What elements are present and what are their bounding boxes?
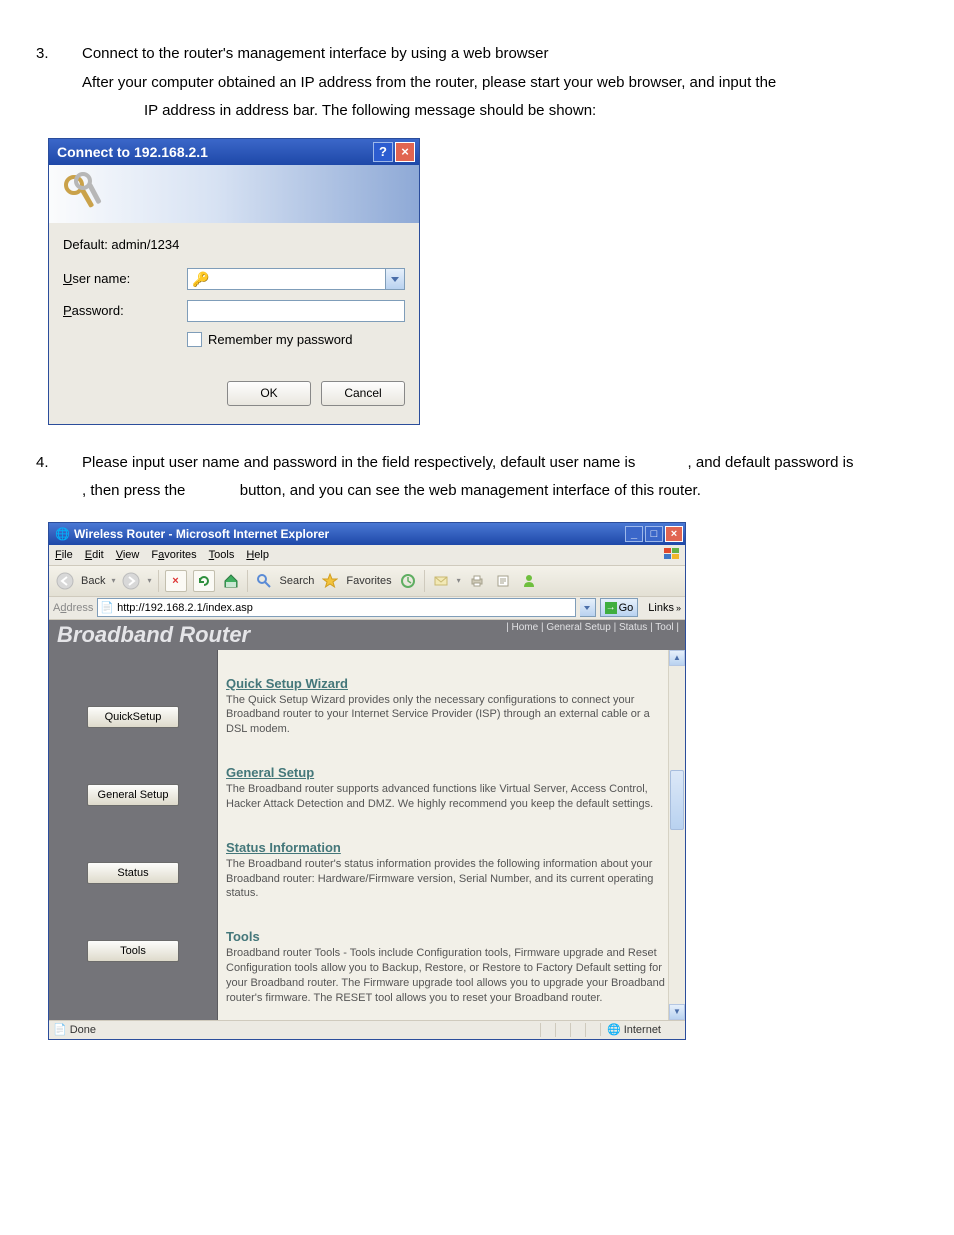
messenger-button[interactable] <box>519 571 539 591</box>
refresh-button[interactable] <box>193 570 215 592</box>
general-heading[interactable]: General Setup <box>226 765 669 780</box>
section-quick: Quick Setup Wizard The Quick Setup Wizar… <box>226 676 669 738</box>
keys-icon <box>59 169 107 217</box>
scroll-thumb[interactable] <box>670 770 684 830</box>
password-input[interactable] <box>187 300 405 322</box>
ie-close-button[interactable]: × <box>665 526 683 542</box>
forward-button[interactable] <box>121 571 141 591</box>
remember-password-checkbox[interactable]: Remember my password <box>187 332 405 347</box>
back-label: Back <box>81 575 105 587</box>
ie-title-text: Wireless Router - Microsoft Internet Exp… <box>74 527 329 541</box>
section-tools: Tools Broadband router Tools - Tools inc… <box>226 929 669 1005</box>
ie-logo-icon: 🌐 <box>55 527 70 541</box>
address-url: http://192.168.2.1/index.asp <box>117 602 253 614</box>
menu-favorites[interactable]: Favorites <box>151 549 196 561</box>
print-button[interactable] <box>467 571 487 591</box>
page-icon: 📄 <box>100 601 114 614</box>
tools-desc: Broadband router Tools - Tools include C… <box>226 946 669 1005</box>
sidebar-tools-button[interactable]: Tools <box>87 940 179 962</box>
remember-label: Remember my password <box>208 332 353 347</box>
status-heading[interactable]: Status Information <box>226 840 669 855</box>
menu-edit[interactable]: Edit <box>85 549 104 561</box>
ie-toolbar: Back ▾ ▾ × Search Favorites ▾ <box>49 566 685 597</box>
stop-button[interactable]: × <box>165 570 187 592</box>
status-zone: 🌐 Internet <box>600 1023 681 1036</box>
username-input[interactable]: 🔑 <box>187 268 405 290</box>
scroll-up-button[interactable]: ▲ <box>669 650 685 666</box>
status-done: Done <box>70 1024 96 1036</box>
step-3-line1: Connect to the router's management inter… <box>82 40 918 69</box>
quick-heading[interactable]: Quick Setup Wizard <box>226 676 669 691</box>
general-desc: The Broadband router supports advanced f… <box>226 782 669 812</box>
key-icon: 🔑 <box>192 271 209 288</box>
help-button[interactable]: ? <box>373 142 393 162</box>
ie-menubar: File Edit View Favorites Tools Help <box>49 545 685 566</box>
ok-button[interactable]: OK <box>227 381 311 406</box>
quick-desc: The Quick Setup Wizard provides only the… <box>226 693 669 738</box>
router-sidebar: QuickSetup General Setup Status Tools <box>49 650 217 1020</box>
status-desc: The Broadband router's status informatio… <box>226 857 669 902</box>
section-status: Status Information The Broadband router'… <box>226 840 669 902</box>
step-3-text: Connect to the router's management inter… <box>82 40 918 126</box>
menu-view[interactable]: View <box>116 549 140 561</box>
router-title: Broadband Router <box>57 622 250 648</box>
edit-button[interactable] <box>493 571 513 591</box>
internet-icon: 🌐 <box>607 1023 621 1036</box>
close-button[interactable]: × <box>395 142 415 162</box>
username-label: User name: <box>63 271 187 286</box>
scrollbar[interactable]: ▲ ▼ <box>668 650 685 1020</box>
history-button[interactable] <box>398 571 418 591</box>
cancel-button[interactable]: Cancel <box>321 381 405 406</box>
go-button[interactable]: →Go <box>600 598 639 617</box>
step-4: 4. Please input user name and password i… <box>36 449 918 506</box>
password-label: Password: <box>63 303 187 318</box>
ie-status-bar: 📄 Done 🌐 Internet <box>49 1020 685 1039</box>
mail-button[interactable] <box>431 571 451 591</box>
menu-tools[interactable]: Tools <box>209 549 235 561</box>
default-credentials-label: Default: admin/1234 <box>63 237 405 252</box>
router-header: Broadband Router | Home | General Setup … <box>49 620 685 650</box>
auth-banner <box>49 165 419 223</box>
ie-window: 🌐 Wireless Router - Microsoft Internet E… <box>48 522 686 1040</box>
auth-titlebar: Connect to 192.168.2.1 ? × <box>49 139 419 165</box>
links-button[interactable]: Links» <box>648 602 681 614</box>
menu-help[interactable]: Help <box>246 549 269 561</box>
favorites-button[interactable] <box>320 571 340 591</box>
tools-heading[interactable]: Tools <box>226 929 669 944</box>
step-4-text: Please input user name and password in t… <box>82 449 918 506</box>
home-button[interactable] <box>221 571 241 591</box>
router-main: Quick Setup Wizard The Quick Setup Wizar… <box>217 650 685 1020</box>
step-4-number: 4. <box>36 449 82 506</box>
step-3-line2: After your computer obtained an IP addre… <box>82 69 918 98</box>
auth-dialog: Connect to 192.168.2.1 ? × Default: admi… <box>48 138 420 425</box>
sidebar-status-button[interactable]: Status <box>87 862 179 884</box>
router-nav[interactable]: | Home | General Setup | Status | Tool | <box>506 622 679 633</box>
address-label: Address <box>53 602 93 614</box>
section-general: General Setup The Broadband router suppo… <box>226 765 669 812</box>
ie-titlebar: 🌐 Wireless Router - Microsoft Internet E… <box>49 523 685 545</box>
search-label: Search <box>280 575 315 587</box>
sidebar-quicksetup-button[interactable]: QuickSetup <box>87 706 179 728</box>
scroll-down-button[interactable]: ▼ <box>669 1004 685 1020</box>
step-3-number: 3. <box>36 40 82 126</box>
checkbox-icon <box>187 332 202 347</box>
windows-flag-icon <box>663 547 681 562</box>
search-button[interactable] <box>254 571 274 591</box>
maximize-button[interactable]: □ <box>645 526 663 542</box>
auth-title: Connect to 192.168.2.1 <box>57 144 208 160</box>
address-dropdown[interactable] <box>580 598 596 617</box>
done-icon: 📄 <box>53 1023 67 1036</box>
router-body: QuickSetup General Setup Status Tools Qu… <box>49 650 685 1020</box>
ie-address-bar: Address 📄 http://192.168.2.1/index.asp →… <box>49 597 685 620</box>
step-3-line3: IP address in address bar. The following… <box>82 97 918 126</box>
back-button[interactable] <box>55 571 75 591</box>
step-3: 3. Connect to the router's management in… <box>36 40 918 126</box>
favorites-label: Favorites <box>346 575 391 587</box>
menu-file[interactable]: File <box>55 549 73 561</box>
address-input[interactable]: 📄 http://192.168.2.1/index.asp <box>97 598 575 617</box>
minimize-button[interactable]: _ <box>625 526 643 542</box>
sidebar-general-button[interactable]: General Setup <box>87 784 179 806</box>
